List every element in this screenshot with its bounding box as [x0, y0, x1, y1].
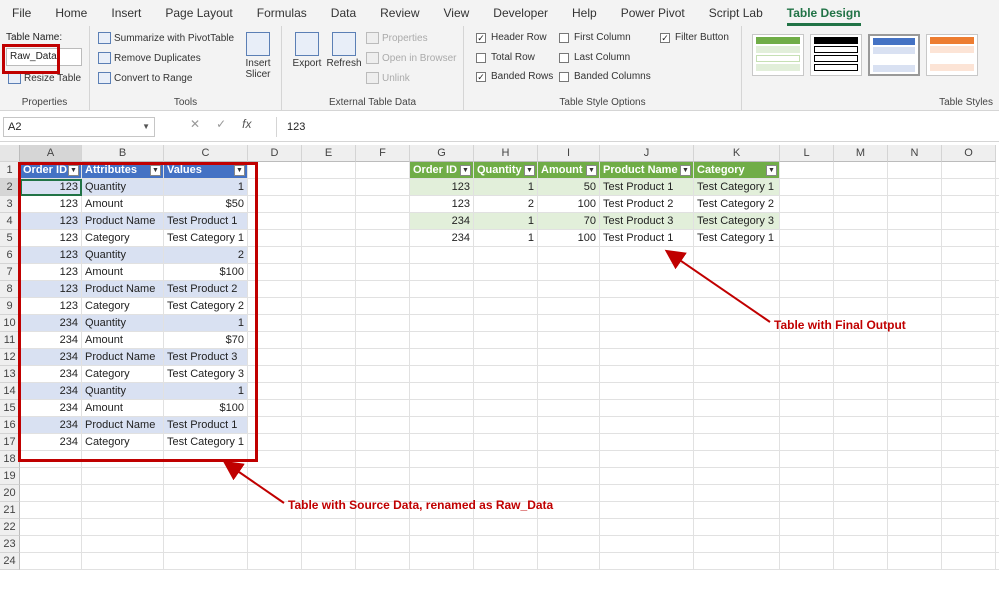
output-annotation: Table with Final Output	[774, 318, 906, 332]
source-annotation: Table with Source Data, renamed as Raw_D…	[288, 498, 554, 512]
source-arrow	[222, 460, 285, 504]
output-arrow	[664, 249, 771, 323]
